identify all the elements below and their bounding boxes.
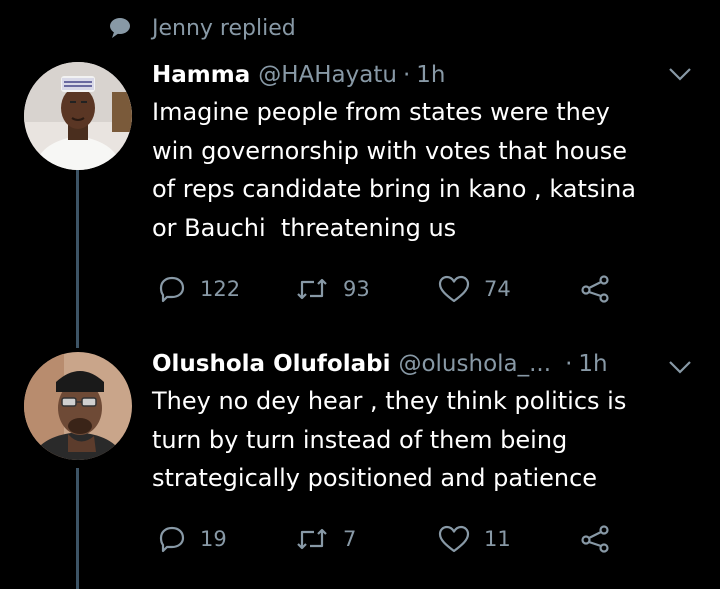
- user-handle[interactable]: @olushola_...: [398, 347, 551, 381]
- thread-line: [76, 142, 79, 348]
- heart-icon: [438, 525, 470, 553]
- user-handle[interactable]: @HAHayatu: [258, 58, 397, 92]
- timestamp[interactable]: 1h: [416, 58, 445, 92]
- tweet-header: Olushola Olufolabi @olushola_... · 1h: [152, 347, 720, 381]
- chevron-down-icon[interactable]: [668, 359, 692, 379]
- reply-icon: [158, 275, 186, 303]
- retweet-button[interactable]: 7: [295, 524, 356, 554]
- share-button[interactable]: [580, 274, 610, 304]
- avatar[interactable]: [24, 62, 132, 170]
- reply-icon: [158, 525, 186, 553]
- display-name[interactable]: Olushola Olufolabi: [152, 347, 390, 381]
- tweet-header: Hamma @HAHayatu · 1h: [152, 58, 720, 92]
- retweet-button[interactable]: 93: [295, 274, 370, 304]
- retweet-icon: [295, 276, 329, 302]
- share-icon: [580, 525, 610, 553]
- share-icon: [580, 275, 610, 303]
- like-button[interactable]: 11: [438, 524, 511, 554]
- speech-bubble-icon: [108, 17, 132, 39]
- reply-count: 122: [200, 277, 241, 301]
- tweet-text: Imagine people from states were they win…: [152, 98, 636, 242]
- retweet-count: 93: [343, 277, 370, 301]
- retweet-icon: [295, 526, 329, 552]
- share-button[interactable]: [580, 524, 610, 554]
- reply-count: 19: [200, 527, 227, 551]
- like-count: 74: [484, 277, 511, 301]
- separator-dot: ·: [565, 351, 573, 377]
- tweet-text: They no dey hear , they think politics i…: [152, 387, 627, 492]
- like-button[interactable]: 74: [438, 274, 511, 304]
- thread-line: [76, 468, 79, 589]
- social-context-label: Jenny replied: [152, 15, 296, 41]
- avatar[interactable]: [24, 352, 132, 460]
- tweet-actions: 122 93 74: [152, 274, 720, 304]
- tweet-actions: 19 7 11: [152, 524, 720, 554]
- timestamp[interactable]: 1h: [578, 347, 607, 381]
- like-count: 11: [484, 527, 511, 551]
- tweet[interactable]: Hamma @HAHayatu · 1h Imagine people from…: [152, 58, 720, 247]
- reply-button[interactable]: 122: [158, 274, 240, 304]
- display-name[interactable]: Hamma: [152, 58, 250, 92]
- retweet-count: 7: [343, 527, 357, 551]
- chevron-down-icon[interactable]: [668, 66, 692, 86]
- social-context: Jenny replied: [108, 8, 296, 48]
- tweet[interactable]: Olushola Olufolabi @olushola_... · 1h Th…: [152, 347, 720, 498]
- heart-icon: [438, 275, 470, 303]
- reply-button[interactable]: 19: [158, 524, 227, 554]
- separator-dot: ·: [402, 62, 411, 88]
